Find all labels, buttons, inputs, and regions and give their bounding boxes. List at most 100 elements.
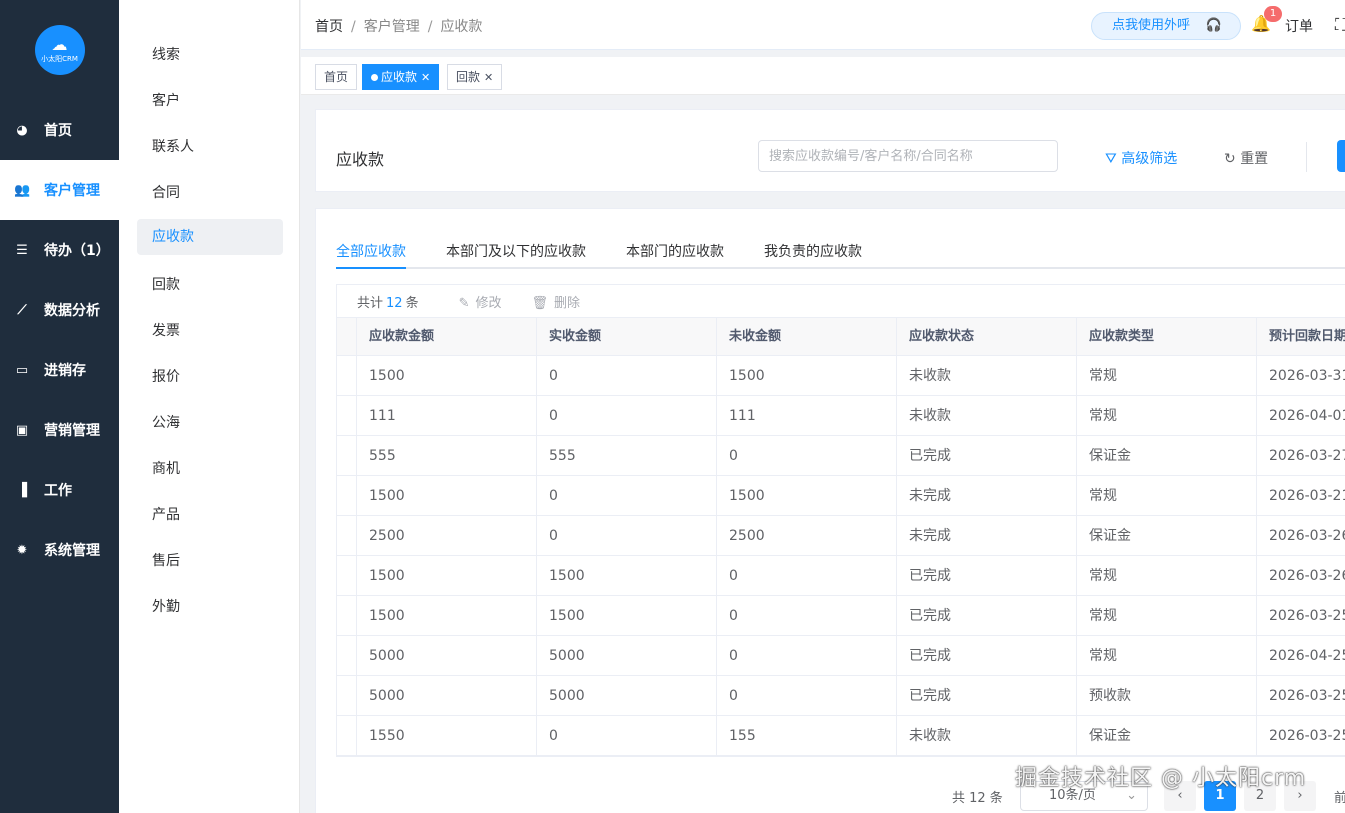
table-cell: 未完成 <box>897 516 1077 555</box>
table-cell: 保证金 <box>1077 716 1257 755</box>
sidebar-item-label: 工作 <box>44 483 72 499</box>
sidebar-item-inventory[interactable]: ▭ 进销存 <box>0 340 119 400</box>
column-header[interactable]: 应收款金额 <box>357 318 537 355</box>
column-header[interactable]: 预计回款日期 <box>1257 318 1345 355</box>
order-link[interactable]: 订单 <box>1285 16 1313 36</box>
row-select-cell[interactable] <box>337 356 357 395</box>
tabs: 全部应收款 本部门及以下的应收款 本部门的应收款 我负责的应收款 <box>336 229 1345 269</box>
breadcrumb-home[interactable]: 首页 <box>315 19 343 35</box>
table-row[interactable]: 2500 0 2500 未完成 保证金 2026-03-26 <box>337 516 1345 556</box>
submenu-item-contacts[interactable]: 联系人 <box>137 129 283 165</box>
table-cell: 2026-03-27 <box>1269 448 1345 464</box>
trash-icon: 🗑 <box>531 295 549 311</box>
sidebar-item-home[interactable]: ◕ 首页 <box>0 100 119 160</box>
submenu-item-products[interactable]: 产品 <box>137 497 283 533</box>
table-cell: 预收款 <box>1077 676 1257 715</box>
outbound-call-button[interactable]: 点我使用外呼 🎧 <box>1091 12 1241 40</box>
reset-button[interactable]: ↻ 重置 <box>1224 148 1268 168</box>
sidebar-item-system[interactable]: ✹ 系统管理 <box>0 520 119 580</box>
table-row[interactable]: 1500 0 1500 未完成 常规 2026-03-21 <box>337 476 1345 516</box>
row-select-cell[interactable] <box>337 596 357 635</box>
submenu-item-quotes[interactable]: 报价 <box>137 359 283 395</box>
table-cell: 2026-03-26 <box>1269 528 1345 544</box>
submenu-item-field-work[interactable]: 外勤 <box>137 589 283 625</box>
row-select-cell[interactable] <box>337 516 357 555</box>
tab-all[interactable]: 全部应收款 <box>336 241 406 261</box>
submenu-item-invoices[interactable]: 发票 <box>137 313 283 349</box>
column-header[interactable]: 应收款类型 <box>1077 318 1257 355</box>
breadcrumb-customer-management[interactable]: 客户管理 <box>364 19 420 35</box>
table-row[interactable]: 1550 0 155 未收款 保证金 2026-03-25 <box>337 716 1345 756</box>
sidebar-item-label: 待办（1） <box>44 243 110 259</box>
folder-icon: ▭ <box>15 362 29 378</box>
divider <box>1306 142 1307 172</box>
sidebar-item-customer-management[interactable]: 👥 客户管理 <box>0 160 119 220</box>
row-select-cell[interactable] <box>337 556 357 595</box>
table-cell: 0 <box>537 396 717 435</box>
submenu-item-after-sales[interactable]: 售后 <box>137 543 283 579</box>
row-select-cell[interactable] <box>337 396 357 435</box>
submenu-item-customers[interactable]: 客户 <box>137 83 283 119</box>
submenu-item-contracts[interactable]: 合同 <box>137 175 283 211</box>
row-select-cell[interactable] <box>337 436 357 475</box>
sidebar-item-analytics[interactable]: ⟋ 数据分析 <box>0 280 119 340</box>
sliders-icon: ☰ <box>16 242 28 258</box>
search-card: 应收款 ⛛ 高级筛选 ↻ 重置 <box>315 109 1345 192</box>
select-column[interactable] <box>337 318 357 355</box>
table-cell: 2026-03-25 <box>1269 608 1345 624</box>
row-select-cell[interactable] <box>337 476 357 515</box>
column-header[interactable]: 未收金额 <box>717 318 897 355</box>
table-cell: 2026-04-25 <box>1269 648 1345 664</box>
table-row[interactable]: 111 0 111 未收款 常规 2026-04-01 <box>337 396 1345 436</box>
app-logo[interactable]: ☁ 小太阳CRM <box>34 25 85 75</box>
tab-department[interactable]: 本部门的应收款 <box>626 241 724 261</box>
table-cell: 未完成 <box>897 476 1077 515</box>
tag-home[interactable]: 首页 <box>315 64 358 90</box>
watermark: 掘金技术社区 @ 小太阳crm <box>1015 766 1307 791</box>
sidebar-item-todo[interactable]: ☰ 待办（1） <box>0 220 119 280</box>
tab-department-and-below[interactable]: 本部门及以下的应收款 <box>446 241 586 261</box>
advanced-filter-button[interactable]: ⛛ 高级筛选 <box>1105 148 1177 168</box>
edit-icon: ✎ <box>458 295 470 311</box>
submenu-item-leads[interactable]: 线索 <box>137 37 283 73</box>
tab-mine[interactable]: 我负责的应收款 <box>764 241 862 261</box>
fullscreen-icon[interactable]: ⛶ <box>1335 15 1345 35</box>
row-select-cell[interactable] <box>337 676 357 715</box>
table-cell: 1500 <box>537 556 717 595</box>
sidebar-item-work[interactable]: ▐ 工作 <box>0 460 119 520</box>
table-row[interactable]: 1500 0 1500 未收款 常规 2026-03-31 <box>337 356 1345 396</box>
table-cell: 未收款 <box>897 716 1077 755</box>
submenu-item-opportunities[interactable]: 商机 <box>137 451 283 487</box>
table-cell: 2026-03-25 <box>1269 728 1345 744</box>
column-header[interactable]: 实收金额 <box>537 318 717 355</box>
delete-button[interactable]: 🗑 删除 <box>532 292 581 311</box>
tag-payments[interactable]: 回款 ✕ <box>447 64 503 90</box>
table-cell: 5000 <box>537 636 717 675</box>
table-row[interactable]: 1500 1500 0 已完成 常规 2026-03-25 <box>337 596 1345 636</box>
close-icon[interactable]: ✕ <box>421 71 430 84</box>
row-select-cell[interactable] <box>337 636 357 675</box>
table-cell: 已完成 <box>897 596 1077 635</box>
search-input[interactable] <box>758 140 1058 172</box>
table-cell: 5000 <box>357 636 537 675</box>
submenu-item-public-pool[interactable]: 公海 <box>137 405 283 441</box>
row-select-cell[interactable] <box>337 716 357 755</box>
submenu-item-receivables[interactable]: 应收款 <box>137 219 283 255</box>
primary-action-button[interactable] <box>1337 140 1345 172</box>
table-row[interactable]: 1500 1500 0 已完成 常规 2026-03-26 <box>337 556 1345 596</box>
main-sidebar: ☁ 小太阳CRM ◕ 首页 👥 客户管理 ☰ 待办（1） ⟋ 数据分析 ▭ 进销存 ▣ 营销… <box>0 0 119 813</box>
pagination-total: 共 12 条 <box>952 791 1003 806</box>
table-row[interactable]: 5000 5000 0 已完成 预收款 2026-03-25 <box>337 676 1345 716</box>
column-header[interactable]: 应收款状态 <box>897 318 1077 355</box>
reset-label: 重置 <box>1240 151 1269 167</box>
sidebar-item-marketing[interactable]: ▣ 营销管理 <box>0 400 119 460</box>
table-row[interactable]: 555 555 0 已完成 保证金 2026-03-27 <box>337 436 1345 476</box>
tag-receivables[interactable]: 应收款 ✕ <box>362 64 440 90</box>
close-icon[interactable]: ✕ <box>484 71 493 84</box>
notification-badge: 1 <box>1264 6 1282 22</box>
submenu-item-payments[interactable]: 回款 <box>137 267 283 303</box>
receivables-table: 共计 12 条 ✎ 修改 🗑 删除 应收款金额 实收金额 未收金额 应收款状态 应收款类… <box>336 284 1345 757</box>
edit-button[interactable]: ✎ 修改 <box>459 292 502 311</box>
table-cell: 0 <box>537 716 717 755</box>
table-row[interactable]: 5000 5000 0 已完成 常规 2026-04-25 <box>337 636 1345 676</box>
